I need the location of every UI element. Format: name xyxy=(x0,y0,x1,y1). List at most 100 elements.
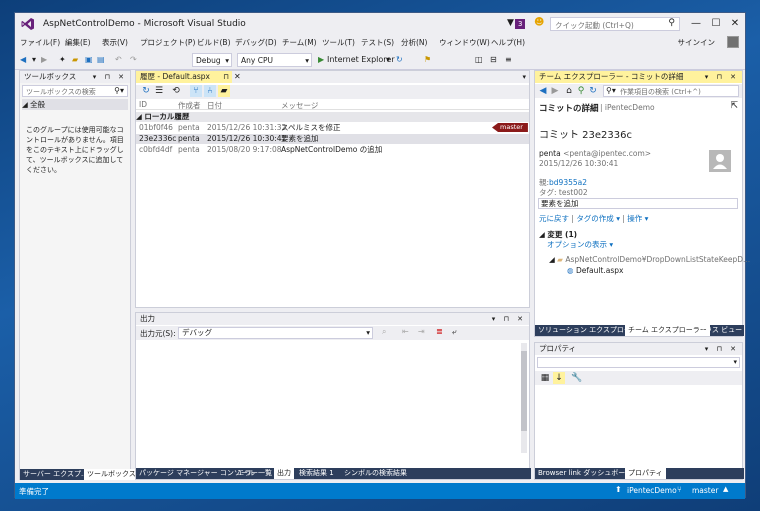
menu-view[interactable]: 表示(V) xyxy=(102,37,128,48)
refresh-browser-icon[interactable]: ↻ xyxy=(396,53,403,67)
output-source-select[interactable]: デバッグ ▾ xyxy=(178,327,373,339)
comment-icon[interactable]: ≡ xyxy=(505,53,512,67)
account-avatar-icon[interactable] xyxy=(727,36,739,48)
alphabetical-icon[interactable]: ↓ xyxy=(553,372,565,384)
undo-icon[interactable]: ↶ xyxy=(115,53,122,67)
tab-toolbox[interactable]: ツールボックス xyxy=(84,469,139,480)
menu-edit[interactable]: 編集(E) xyxy=(65,37,91,48)
graph-simple-icon[interactable]: ⑂ xyxy=(190,85,202,97)
breakpoint-icon[interactable]: ◫ xyxy=(475,53,483,67)
table-row[interactable]: c0bfd4df penta 2015/08/20 9:17:08 AspNet… xyxy=(136,145,529,155)
toolbox-group-general[interactable]: ◢ 全般 xyxy=(22,99,128,110)
solution-platform-select[interactable]: Any CPU ▾ xyxy=(237,53,312,67)
quick-launch-input[interactable]: クイック起動 (Ctrl+Q) ⚲ xyxy=(550,17,680,31)
find-message-icon[interactable]: ⌕ xyxy=(382,327,386,337)
signin-link[interactable]: サインイン xyxy=(678,37,716,48)
properties-object-select[interactable]: ▾ xyxy=(537,357,740,368)
menu-team[interactable]: チーム(M) xyxy=(282,37,317,48)
tab-output[interactable]: 出力 xyxy=(274,468,294,479)
show-options-link[interactable]: オプションの表示 ▾ xyxy=(547,239,613,250)
list-view-icon[interactable]: ☰ xyxy=(153,85,165,97)
feedback-smile-icon[interactable]: ☻ xyxy=(534,17,544,28)
vertical-scrollbar[interactable] xyxy=(521,343,527,453)
branch-name[interactable]: master xyxy=(692,486,718,495)
tab-properties[interactable]: プロパティ xyxy=(625,468,666,479)
tab-error-list[interactable]: エラー一覧 xyxy=(234,468,275,479)
pane-controls-icon[interactable]: ▾ ⊓ ✕ xyxy=(492,313,526,325)
changed-folder-node[interactable]: ◢ ▰ AspNetControlDemo¥DropDownListStateK… xyxy=(549,255,750,264)
history-icon[interactable]: ⟲ xyxy=(170,85,182,97)
history-group-local[interactable]: ◢ ローカル履歴 xyxy=(136,112,529,122)
solution-config-select[interactable]: Debug ▾ xyxy=(192,53,232,67)
connect-icon[interactable]: ⚲ xyxy=(575,85,587,97)
word-wrap-icon[interactable]: ⤶ xyxy=(452,327,456,337)
pane-controls-icon[interactable]: ▾ ⊓ ✕ xyxy=(705,71,739,83)
tab-find-symbol-results[interactable]: シンボルの検索結果 xyxy=(341,468,410,479)
notification-flag-icon[interactable]: ▼ xyxy=(507,18,514,28)
pane-controls-icon[interactable]: ▾ ⊓ ✕ xyxy=(705,343,739,355)
start-debug-target[interactable]: Internet Explorer xyxy=(327,53,395,67)
tab-overflow-icon[interactable]: ▾ xyxy=(522,71,526,83)
menu-file[interactable]: ファイル(F) xyxy=(20,37,60,48)
menu-project[interactable]: プロジェクト(P) xyxy=(140,37,195,48)
column-message[interactable]: メッセージ xyxy=(281,100,318,111)
pane-controls-icon[interactable]: ▾ ⊓ ✕ xyxy=(93,71,127,83)
navigate-icon[interactable]: ⇱ xyxy=(730,101,738,111)
scrollbar-thumb[interactable] xyxy=(521,351,527,431)
tab-find-results-1[interactable]: 検索結果 1 xyxy=(296,468,337,479)
clear-all-icon[interactable]: ≣ xyxy=(436,327,443,336)
new-project-icon[interactable]: ✦ xyxy=(59,53,66,67)
column-author[interactable]: 作成者 xyxy=(178,100,201,111)
menu-tools[interactable]: ツール(T) xyxy=(322,37,355,48)
minimize-button[interactable]: — xyxy=(685,16,707,32)
actions-link[interactable]: 操作 ▾ xyxy=(627,214,648,223)
redo-icon[interactable]: ↷ xyxy=(130,53,137,67)
toolbox-search-input[interactable]: ツールボックスの検索 ⚲▾ xyxy=(22,85,128,97)
forward-icon[interactable]: ▶ xyxy=(549,85,561,97)
close-tab-icon[interactable]: ✕ xyxy=(234,71,241,83)
column-id[interactable]: ID xyxy=(139,100,147,109)
show-tags-icon[interactable]: ▰ xyxy=(218,85,230,97)
chevron-down-icon[interactable]: ▾ xyxy=(386,53,390,67)
tab-server-explorer[interactable]: サーバー エクスプ... xyxy=(20,469,91,480)
next-message-icon[interactable]: ⇥ xyxy=(418,327,425,336)
publish-icon[interactable]: ⬆ xyxy=(615,485,622,494)
refresh-icon[interactable]: ↻ xyxy=(587,85,599,97)
table-row[interactable]: 01bf0f46 penta 2015/12/26 10:31:32 スペルミス… xyxy=(136,123,529,133)
categorized-icon[interactable]: ▦ xyxy=(539,372,551,384)
graph-detailed-icon[interactable]: ⑃ xyxy=(204,85,216,97)
browser-link-icon[interactable]: ⚑ xyxy=(424,53,431,67)
tab-class-view[interactable]: クラス ビュー xyxy=(695,325,745,336)
open-file-icon[interactable]: ▰ xyxy=(72,53,78,67)
pin-icon[interactable]: ⊓ xyxy=(223,71,229,83)
home-icon[interactable]: ⌂ xyxy=(563,85,575,97)
back-dropdown-icon[interactable]: ▾ xyxy=(32,53,36,67)
back-icon[interactable]: ◀ xyxy=(20,53,26,67)
menu-window[interactable]: ウィンドウ(W) xyxy=(439,37,490,48)
menu-build[interactable]: ビルド(B) xyxy=(197,37,231,48)
changed-file-node[interactable]: ◍ Default.aspx xyxy=(567,266,623,275)
repository-name[interactable]: iPentecDemo xyxy=(627,486,677,495)
start-debug-icon[interactable]: ▶ xyxy=(318,53,324,67)
column-date[interactable]: 日付 xyxy=(207,100,222,111)
close-button[interactable]: ✕ xyxy=(724,16,746,32)
branch-menu-icon[interactable]: ▲ xyxy=(723,485,728,493)
menu-debug[interactable]: デバッグ(D) xyxy=(235,37,277,48)
save-all-icon[interactable]: ▤ xyxy=(97,53,105,67)
bookmark-icon[interactable]: ⊟ xyxy=(490,53,497,67)
back-icon[interactable]: ◀ xyxy=(537,85,549,97)
menu-analyze[interactable]: 分析(N) xyxy=(401,37,427,48)
tab-history-default-aspx[interactable]: 履歴 - Default.aspx ⊓ xyxy=(136,71,232,83)
create-tag-link[interactable]: タグの作成 ▾ xyxy=(576,214,620,223)
table-row[interactable]: 23e2336c penta 2015/12/26 10:30:41 要素を追加 xyxy=(136,134,529,144)
menu-test[interactable]: テスト(S) xyxy=(361,37,394,48)
property-pages-icon[interactable]: 🔧 xyxy=(571,372,583,384)
menu-help[interactable]: ヘルプ(H) xyxy=(491,37,525,48)
forward-icon[interactable]: ▶ xyxy=(41,53,47,67)
work-item-search-input[interactable]: ⚲▾ 作業項目の検索 (Ctrl+^) xyxy=(603,85,739,97)
save-icon[interactable]: ▣ xyxy=(85,53,93,67)
prev-message-icon[interactable]: ⇤ xyxy=(402,327,409,336)
revert-link[interactable]: 元に戻す xyxy=(539,214,569,223)
tab-browser-link-dashboard[interactable]: Browser link ダッシュボード xyxy=(535,468,635,479)
parent-commit-link[interactable]: bd9355a2 xyxy=(549,178,587,187)
